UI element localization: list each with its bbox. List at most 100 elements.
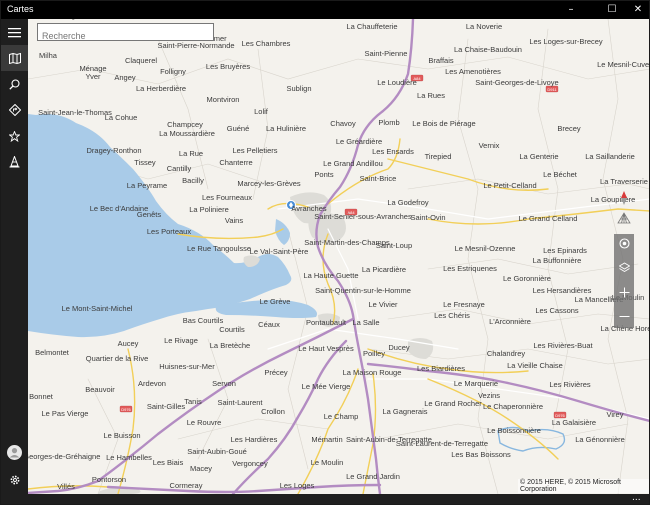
place-label: Tissey xyxy=(134,158,156,167)
place-label: Les Pelletiers xyxy=(232,146,277,155)
zoom-out-button[interactable] xyxy=(614,306,634,326)
search-button[interactable] xyxy=(1,71,28,97)
place-label: La Buffonnière xyxy=(533,256,582,265)
close-button[interactable]: ✕ xyxy=(623,1,649,19)
place-label: Tirepied xyxy=(425,152,452,161)
place-label: Saint-Ovin xyxy=(410,213,445,222)
map-copyright: © 2015 HERE, © 2015 Microsoft Corporatio… xyxy=(518,479,649,493)
map-button[interactable] xyxy=(1,45,28,71)
place-label: Le Mont-Saint-Michel xyxy=(62,304,133,313)
search-input[interactable] xyxy=(38,28,213,44)
place-label: Guéné xyxy=(227,124,250,133)
place-label: Saint-Senier-sous-Avranches xyxy=(314,212,412,221)
map-views-control[interactable] xyxy=(616,211,632,227)
place-label: Angey xyxy=(114,73,136,82)
plus-icon xyxy=(619,287,629,297)
place-label: La Bretèche xyxy=(210,341,250,350)
search-box[interactable] xyxy=(37,23,214,44)
place-label: Brecey xyxy=(557,124,581,133)
place-label: Le Béchet xyxy=(543,170,578,179)
favorites-button[interactable] xyxy=(1,123,28,149)
place-label: La Poliniere xyxy=(189,205,229,214)
layers-icon xyxy=(618,261,630,272)
place-label: Vergoncey xyxy=(232,459,268,468)
place-label: Le Bois de Piérage xyxy=(412,119,475,128)
place-label: Aucey xyxy=(118,339,139,348)
directions-button[interactable] xyxy=(1,97,28,123)
place-label: Milha xyxy=(39,51,58,60)
settings-button[interactable] xyxy=(1,467,28,493)
place-label: L'Arconnière xyxy=(489,317,531,326)
place-label: La Moussardière xyxy=(159,129,215,138)
traffic-cone-icon xyxy=(9,156,20,168)
place-label: Beauvoir xyxy=(85,385,115,394)
place-label: Le Grand Rocher xyxy=(424,399,482,408)
place-label: Saint-Georges-de-Livoye xyxy=(475,78,558,87)
window-title: Cartes xyxy=(7,4,34,14)
place-label: Les Loges-sur-Brecey xyxy=(529,37,603,46)
place-label: Le Pignon xyxy=(54,19,88,20)
place-label: Sublign xyxy=(286,84,311,93)
place-label: La Salle xyxy=(352,318,379,327)
zoom-in-button[interactable] xyxy=(614,282,634,302)
place-label: La Rue xyxy=(179,149,203,158)
place-label: La Chauffeterie xyxy=(346,22,397,31)
place-label: Les Hersandières xyxy=(533,286,592,295)
place-label: Plomb xyxy=(378,118,399,127)
place-label: Le Grand Andillou xyxy=(323,159,383,168)
minimize-button[interactable]: – xyxy=(556,1,586,19)
place-label: Les Amenotières xyxy=(445,67,501,76)
place-label: La Gagnerais xyxy=(382,407,427,416)
navigation-rail xyxy=(1,19,28,504)
traffic-button[interactable] xyxy=(1,149,28,175)
place-label: Saint-Jean-le-Thomas xyxy=(38,108,112,117)
compass-control[interactable] xyxy=(618,190,630,205)
place-label: La Herberdière xyxy=(136,84,186,93)
place-label: La Hulinière xyxy=(266,124,306,133)
place-label: La Génonnière xyxy=(575,435,625,444)
place-label: Ducey xyxy=(388,343,410,352)
place-label: Le Mesnil-Ozenne xyxy=(455,244,516,253)
place-label: Les Bruyères xyxy=(206,62,250,71)
place-label: Les Bas Boissons xyxy=(451,450,511,459)
title-bar[interactable]: Cartes – ☐ ✕ xyxy=(1,1,649,19)
place-label: Le Petit-Celland xyxy=(483,181,536,190)
place-label: Le Rouvre xyxy=(187,418,222,427)
place-label: Le Rivage xyxy=(164,336,198,345)
place-label: Quartier de la Rive xyxy=(86,354,149,363)
svg-text:D976: D976 xyxy=(121,407,131,412)
location-target-icon xyxy=(618,237,630,249)
place-label: Bas Courtils xyxy=(183,316,224,325)
map-layers-button[interactable] xyxy=(614,258,634,276)
place-label: Vezins xyxy=(478,391,500,400)
account-button[interactable] xyxy=(1,439,28,465)
place-label: Le Pas Vierge xyxy=(42,409,89,418)
place-label: Vains xyxy=(225,216,243,225)
map-graphic[interactable]: A84 A84 D911 D976 D976 Le PignonSaint-Je… xyxy=(28,19,650,494)
place-label: La Godefroy xyxy=(387,198,429,207)
map-canvas[interactable]: A84 A84 D911 D976 D976 Le PignonSaint-Je… xyxy=(28,19,650,494)
place-label: Braffais xyxy=(428,56,454,65)
place-label: Céaux xyxy=(258,320,280,329)
avatar-icon xyxy=(7,444,22,460)
place-label: Cantilly xyxy=(167,164,192,173)
place-label: La Cohue xyxy=(105,113,138,122)
place-label: Le Mesnil-Cuves xyxy=(597,60,650,69)
place-label: Huisnes-sur-Mer xyxy=(159,362,215,371)
place-label: Bonnet xyxy=(29,392,54,401)
place-label: Saint-Pienne xyxy=(365,49,408,58)
star-icon xyxy=(9,130,20,142)
place-label: Lolif xyxy=(254,107,269,116)
more-options-button[interactable]: ... xyxy=(632,493,641,503)
place-label: Villés xyxy=(57,482,75,491)
show-my-location-button[interactable] xyxy=(614,234,634,252)
place-label: Cormeray xyxy=(170,481,203,490)
hamburger-menu-button[interactable] xyxy=(1,19,28,45)
place-label: Le Gréardière xyxy=(336,137,382,146)
place-label: Ardevon xyxy=(138,379,166,388)
place-label: Chanterre xyxy=(219,158,252,167)
place-label: La Rues xyxy=(417,91,445,100)
place-label: Le Grand Celland xyxy=(519,214,578,223)
place-label: Les Biais xyxy=(153,458,184,467)
place-label: La Noverie xyxy=(466,22,502,31)
